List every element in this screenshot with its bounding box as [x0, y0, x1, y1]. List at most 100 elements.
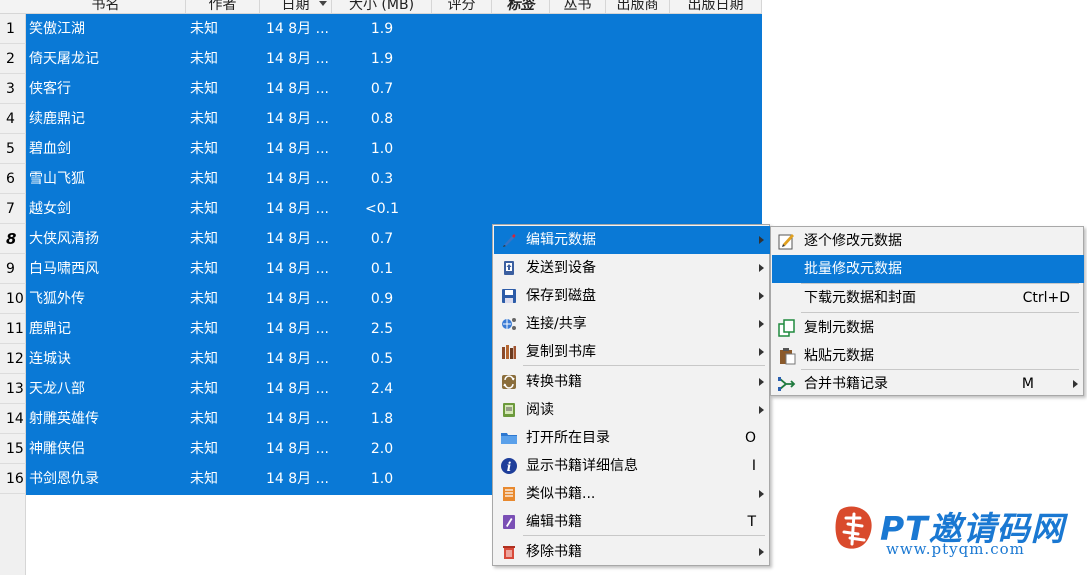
size-cell: 1.9 [370, 21, 394, 37]
row-number[interactable]: 14 [0, 404, 26, 434]
submenu-item-4[interactable]: 粘贴元数据 [772, 342, 1084, 370]
share-icon [500, 315, 518, 333]
column-header-0[interactable]: 书名 [26, 0, 186, 13]
submenu-item-3[interactable]: 复制元数据 [772, 314, 1084, 342]
row-number[interactable]: 2 [0, 44, 26, 74]
table-row[interactable]: 续鹿鼎记 未知 14 8月 ... 0.8 [26, 104, 762, 134]
context-menu-item-3[interactable]: 连接/共享 [494, 310, 770, 338]
column-header-5[interactable]: 标签 [492, 0, 550, 13]
context-menu-item-label: 保存到磁盘 [526, 288, 596, 304]
table-row[interactable]: 笑傲江湖 未知 14 8月 ... 1.9 [26, 14, 762, 44]
row-number[interactable]: 7 [0, 194, 26, 224]
author-cell: 未知 [190, 201, 218, 217]
shortcut-key: M [1021, 376, 1034, 392]
date-cell: 14 8月 ... [266, 351, 329, 367]
book-title-cell: 侠客行 [29, 81, 71, 97]
column-header-8[interactable]: 出版日期 [670, 0, 762, 13]
context-menu-item-label: 发送到设备 [526, 260, 596, 276]
submenu-item-label: 下载元数据和封面 [804, 290, 916, 306]
table-row[interactable]: 倚天屠龙记 未知 14 8月 ... 1.9 [26, 44, 762, 74]
row-number[interactable]: 9 [0, 254, 26, 284]
table-row[interactable]: 侠客行 未知 14 8月 ... 0.7 [26, 74, 762, 104]
column-header-2[interactable]: 日期 [260, 0, 332, 13]
row-number[interactable]: 1 [0, 14, 26, 44]
book-title-cell: 白马啸西风 [29, 261, 99, 277]
submenu-item-label: 粘贴元数据 [804, 348, 874, 364]
size-cell: 0.5 [370, 351, 394, 367]
submenu-item-label: 合并书籍记录 [804, 376, 888, 392]
context-menu-item-6[interactable]: 阅读 [494, 396, 770, 424]
book-title-cell: 大侠风清扬 [29, 231, 99, 247]
context-menu-item-7[interactable]: 打开所在目录 O [494, 424, 770, 452]
book-title-cell: 续鹿鼎记 [29, 111, 85, 127]
device-icon [500, 259, 518, 277]
column-header-1[interactable]: 作者 [186, 0, 260, 13]
book-title-cell: 越女剑 [29, 201, 71, 217]
watermark: PT邀请码网 www.ptyqm.com [832, 502, 1082, 562]
context-menu-item-10[interactable]: 编辑书籍 T [494, 508, 770, 536]
context-menu-item-label: 阅读 [526, 402, 554, 418]
row-number[interactable]: 13 [0, 374, 26, 404]
context-menu-item-11[interactable]: 移除书籍 [494, 538, 770, 566]
author-cell: 未知 [190, 471, 218, 487]
book-title-cell: 神雕侠侣 [29, 441, 85, 457]
submenu-item-1[interactable]: 批量修改元数据 [772, 255, 1084, 283]
context-menu-item-9[interactable]: 类似书籍... [494, 480, 770, 508]
context-menu: 编辑元数据发送到设备保存到磁盘连接/共享复制到书库转换书籍阅读打开所在目录 Oi 显… [492, 224, 770, 566]
context-menu-item-4[interactable]: 复制到书库 [494, 338, 770, 366]
date-cell: 14 8月 ... [266, 141, 329, 157]
column-header-6[interactable]: 丛书 [550, 0, 606, 13]
chevron-right-icon [759, 320, 764, 328]
watermark-url: www.ptyqm.com [886, 540, 1025, 558]
context-menu-item-label: 复制到书库 [526, 344, 596, 360]
context-menu-item-label: 类似书籍... [526, 486, 596, 502]
row-number[interactable]: 15 [0, 434, 26, 464]
context-menu-item-2[interactable]: 保存到磁盘 [494, 282, 770, 310]
submenu-item-5[interactable]: 合并书籍记录 M [772, 370, 1084, 398]
row-number[interactable]: 8 [0, 224, 26, 254]
context-menu-item-0[interactable]: 编辑元数据 [494, 226, 770, 254]
context-menu-item-8[interactable]: i 显示书籍详细信息 I [494, 452, 770, 480]
size-cell: 1.0 [370, 141, 394, 157]
menu-separator [801, 312, 1079, 313]
table-row[interactable]: 越女剑 未知 14 8月 ... <0.1 [26, 194, 762, 224]
row-number[interactable]: 16 [0, 464, 26, 494]
author-cell: 未知 [190, 81, 218, 97]
row-number[interactable]: 10 [0, 284, 26, 314]
row-number[interactable]: 6 [0, 164, 26, 194]
author-cell: 未知 [190, 261, 218, 277]
context-menu-item-1[interactable]: 发送到设备 [494, 254, 770, 282]
context-menu-item-5[interactable]: 转换书籍 [494, 368, 770, 396]
table-row[interactable]: 碧血剑 未知 14 8月 ... 1.0 [26, 134, 762, 164]
submenu-item-label: 逐个修改元数据 [804, 233, 902, 249]
book-title-cell: 雪山飞狐 [29, 171, 85, 187]
date-cell: 14 8月 ... [266, 201, 329, 217]
size-cell: 2.4 [370, 381, 394, 397]
table-row[interactable]: 雪山飞狐 未知 14 8月 ... 0.3 [26, 164, 762, 194]
date-cell: 14 8月 ... [266, 471, 329, 487]
author-cell: 未知 [190, 321, 218, 337]
book-title-cell: 书剑恩仇录 [29, 471, 99, 487]
date-cell: 14 8月 ... [266, 51, 329, 67]
size-cell: 1.8 [370, 411, 394, 427]
column-header-4[interactable]: 评分 [432, 0, 492, 13]
column-header-3[interactable]: 大小 (MB) [332, 0, 432, 13]
row-number[interactable]: 12 [0, 344, 26, 374]
date-cell: 14 8月 ... [266, 171, 329, 187]
author-cell: 未知 [190, 141, 218, 157]
submenu-item-0[interactable]: 逐个修改元数据 [772, 227, 1084, 255]
edit-single-icon [778, 232, 796, 250]
row-number[interactable]: 5 [0, 134, 26, 164]
row-number[interactable]: 11 [0, 314, 26, 344]
author-cell: 未知 [190, 21, 218, 37]
book-title-cell: 飞狐外传 [29, 291, 85, 307]
copy-icon [778, 319, 796, 337]
column-header: 书名 作者 日期 大小 (MB) 评分 标签 丛书 出版商 出版日期 [0, 0, 762, 14]
author-cell: 未知 [190, 111, 218, 127]
column-header-7[interactable]: 出版商 [606, 0, 670, 13]
row-number[interactable]: 3 [0, 74, 26, 104]
date-cell: 14 8月 ... [266, 411, 329, 427]
author-cell: 未知 [190, 51, 218, 67]
row-number[interactable]: 4 [0, 104, 26, 134]
submenu-item-2[interactable]: 下载元数据和封面 Ctrl+D [772, 284, 1084, 312]
